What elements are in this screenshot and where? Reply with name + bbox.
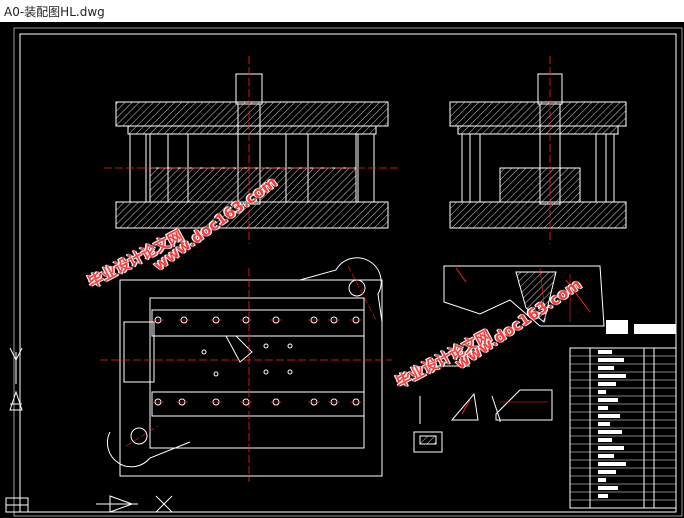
title-block-entry [598, 494, 608, 498]
detail-sketches [413, 365, 553, 453]
title-block-entry [598, 454, 614, 458]
title-block-entry [598, 446, 624, 450]
title-block-entry [598, 390, 606, 394]
title-block-entry [598, 382, 616, 386]
title-block-entry [598, 470, 616, 474]
drawing-canvas[interactable]: 毕业设计论文网 www.doc163.com 毕业设计论文网 www.doc16… [0, 22, 684, 518]
title-block-entry [598, 366, 614, 370]
pin-hole [201, 349, 207, 355]
title-block-entry [598, 478, 606, 482]
pin-hole [287, 369, 293, 375]
pin-hole [287, 343, 293, 349]
triangle-arrow-icon [96, 495, 138, 513]
front-section-view [104, 56, 398, 244]
title-block-entry [598, 398, 618, 402]
pin-hole [263, 369, 269, 375]
title-block [569, 347, 677, 509]
title-block-entry [598, 414, 620, 418]
title-block-entry [598, 438, 612, 442]
title-bar: A0-装配图HL.dwg [0, 0, 684, 23]
side-section-view [449, 56, 627, 244]
window-title: A0-装配图HL.dwg [4, 5, 105, 19]
close-x-icon [155, 495, 173, 513]
pin-hole [263, 343, 269, 349]
ucs-axis-icon [5, 347, 29, 513]
title-block-entry [598, 462, 626, 466]
title-block-entry [598, 374, 626, 378]
pin-hole [213, 371, 219, 377]
title-block-entry [598, 430, 622, 434]
title-block-entry [598, 350, 612, 354]
title-block-entry [598, 486, 618, 490]
title-block-entry [598, 358, 624, 362]
title-block-entry [598, 422, 610, 426]
title-block-entry [598, 406, 608, 410]
plan-view [100, 257, 392, 482]
